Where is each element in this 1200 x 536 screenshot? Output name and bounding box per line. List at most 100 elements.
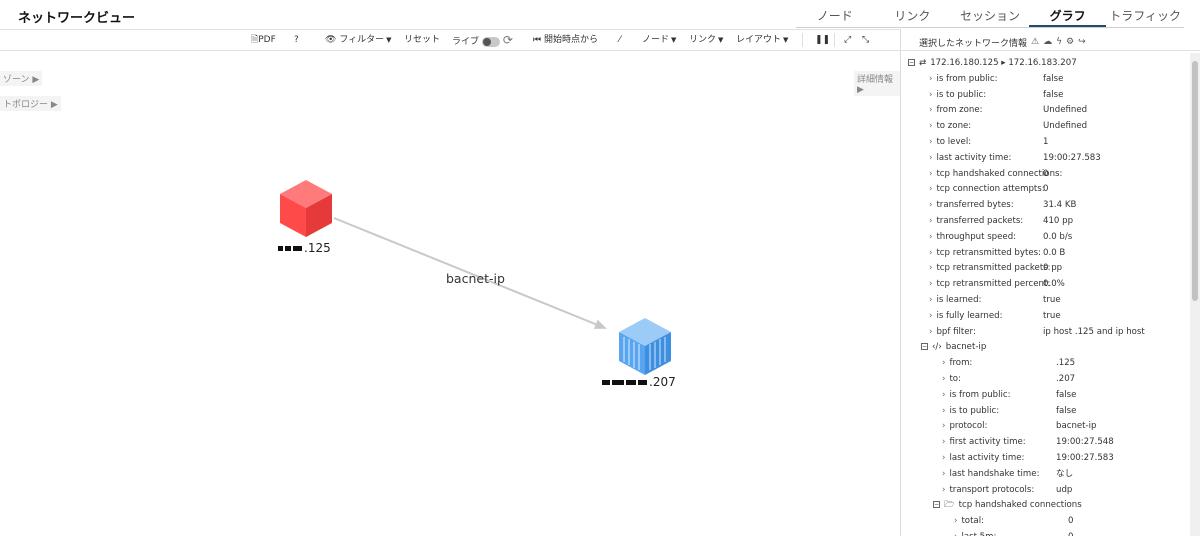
prop-value: 0 [1068,516,1074,527]
from-start-button[interactable]: ⏮ 開始時点から [533,32,598,48]
warning-icon[interactable]: ⚠ [1031,37,1039,47]
property-row[interactable]: › is fully learned: true [929,309,1189,324]
property-row[interactable]: › from: .125 [942,356,1189,371]
chevron-right-icon: › [929,263,933,274]
graph-svg [280,180,671,375]
share-icon[interactable]: ↪ [1078,37,1086,47]
filter-dropdown[interactable]: 👁 フィルター ▼ [325,32,392,48]
prop-key: › last activity time: [942,451,1024,466]
tab-nodes[interactable]: ノード [796,6,874,27]
property-row[interactable]: › is to public: false [929,88,1189,103]
property-row[interactable]: › is from public: false [942,388,1189,403]
link-dropdown[interactable]: リンク ▼ [689,32,723,48]
property-row[interactable]: › protocol: bacnet-ip [942,419,1189,434]
chevron-right-icon: › [929,231,933,242]
protocol-tree-node[interactable]: − ‹/› bacnet-ip [921,340,1189,355]
chevron-right-icon: › [942,374,946,384]
panel-scrollbar[interactable] [1190,53,1200,536]
tcp-group-tree-node[interactable]: − 🗁 tcp handshaked connections [933,498,1189,513]
prop-key: › is fully learned: [929,309,1003,324]
prop-key-text: tcp handshaked connections [958,500,1082,511]
prop-key-text: bacnet-ip [945,342,987,353]
selection-info-panel: 選択したネットワーク情報 ⚠ ☁ ϟ ⚙ ↪ − ⇄ 172.16.180.125 … [900,29,1200,536]
property-row[interactable]: › last 5m: 0 [954,530,1189,536]
prop-key-text: last 5m: [961,532,996,536]
prop-value: true [1043,310,1061,321]
connection-tree-node[interactable]: − ⇄ 172.16.180.125 ▸ 172.16.183.207 [908,56,1189,71]
property-row[interactable]: › transferred bytes: 31.4 KB [929,198,1189,213]
property-row[interactable]: › transport protocols: udp [942,483,1189,498]
prop-key: › from: [942,356,972,371]
prop-key-text: tcp retransmitted packets: [936,263,1051,274]
refresh-icon[interactable]: ⟳ [503,33,513,47]
layout-dropdown[interactable]: レイアウト ▼ [736,32,788,48]
property-row[interactable]: › tcp connection attempts: 0 [929,182,1189,197]
scroll-thumb[interactable] [1192,61,1198,301]
property-row[interactable]: › tcp retransmitted percent: 0.0% [929,277,1189,292]
caret-down-icon: ▼ [671,36,677,44]
pause-icon[interactable]: ❚❚ [815,32,830,48]
property-row[interactable]: › from zone: Undefined [929,103,1189,118]
prop-key-text: to level: [936,137,972,147]
source-node-label[interactable]: .125 [278,241,331,255]
prop-key: › protocol: [942,419,987,434]
property-row[interactable]: › to level: 1 [929,135,1189,150]
property-row[interactable]: › bpf filter: ip host .125 and ip host [929,325,1189,340]
property-row[interactable]: › last activity time: 19:00:27.583 [942,451,1189,466]
property-row[interactable]: › transferred packets: 410 pp [929,214,1189,229]
chevron-right-icon: › [929,89,933,100]
caret-down-icon: ▼ [718,36,724,44]
panel-tree: − ⇄ 172.16.180.125 ▸ 172.16.183.207 › is fro… [901,53,1189,536]
property-row[interactable]: › tcp handshaked connections: 0 [929,167,1189,182]
caret-down-icon: ▼ [783,36,789,44]
live-toggle[interactable]: ライブ ⟳ [452,32,513,48]
cloud-icon[interactable]: ☁ [1043,37,1052,47]
chevron-right-icon: › [942,468,946,479]
gear-icon[interactable]: ⚙ [1066,37,1074,47]
tab-graph[interactable]: グラフ [1028,6,1107,27]
chevron-right-icon: › [929,216,933,226]
prop-value: 0 [1043,168,1049,179]
collapse-icon[interactable]: ⤡ [862,32,869,48]
redacted-text [638,380,647,385]
property-row[interactable]: › first activity time: 19:00:27.548 [942,435,1189,450]
prop-value: udp [1056,484,1073,495]
pdf-button[interactable]: 🗎PDF [251,32,276,48]
property-row[interactable]: › to zone: Undefined [929,119,1189,134]
chevron-right-icon: › [942,484,946,495]
graph-canvas[interactable]: ゾーン ▶ トポロジー ▶ 詳細情報 ▶ bacnet-ip .125 .207 [0,52,900,536]
expand-icon[interactable]: ⤢ [844,32,851,48]
property-row[interactable]: › total: 0 [954,514,1189,529]
from-start-label: 開始時点から [543,35,598,45]
help-button[interactable]: ? [294,32,299,48]
bolt-icon[interactable]: ϟ [1056,37,1062,47]
prop-key: › tcp retransmitted packets: [929,261,1051,276]
target-node-label[interactable]: .207 [602,375,676,389]
source-node-cube-icon[interactable] [280,180,332,237]
property-row[interactable]: › tcp retransmitted bytes: 0.0 B [929,246,1189,261]
property-row[interactable]: › throughput speed: 0.0 b/s [929,230,1189,245]
property-row[interactable]: › last handshake time: なし [942,467,1189,482]
property-row[interactable]: › tcp retransmitted packets: 0 pp [929,261,1189,276]
tab-links[interactable]: リンク [874,6,952,27]
property-row[interactable]: › last activity time: 19:00:27.583 [929,151,1189,166]
magic-wand-icon[interactable]: ⁄ [619,32,621,48]
property-row[interactable]: › is from public: false [929,72,1189,87]
prop-value: false [1056,405,1077,416]
target-node-server-icon[interactable] [619,318,671,375]
node-dropdown[interactable]: ノード ▼ [642,32,676,48]
prop-key: › to zone: [929,119,971,134]
prop-key: − ‹/› bacnet-ip [921,340,986,355]
reset-button[interactable]: リセット [404,32,440,48]
toolbar-divider [802,33,803,47]
prop-key-text: last activity time: [936,152,1012,163]
property-row[interactable]: › is learned: true [929,293,1189,308]
tab-traffic[interactable]: トラフィック [1106,6,1184,27]
prop-key: › transferred packets: [929,214,1023,229]
property-row[interactable]: › to: .207 [942,372,1189,387]
property-row[interactable]: › is to public: false [942,404,1189,419]
tab-sessions[interactable]: セッション [951,6,1029,27]
chevron-right-icon: › [942,421,946,432]
live-switch[interactable] [482,36,501,47]
prop-key-text: throughput speed: [936,231,1017,242]
